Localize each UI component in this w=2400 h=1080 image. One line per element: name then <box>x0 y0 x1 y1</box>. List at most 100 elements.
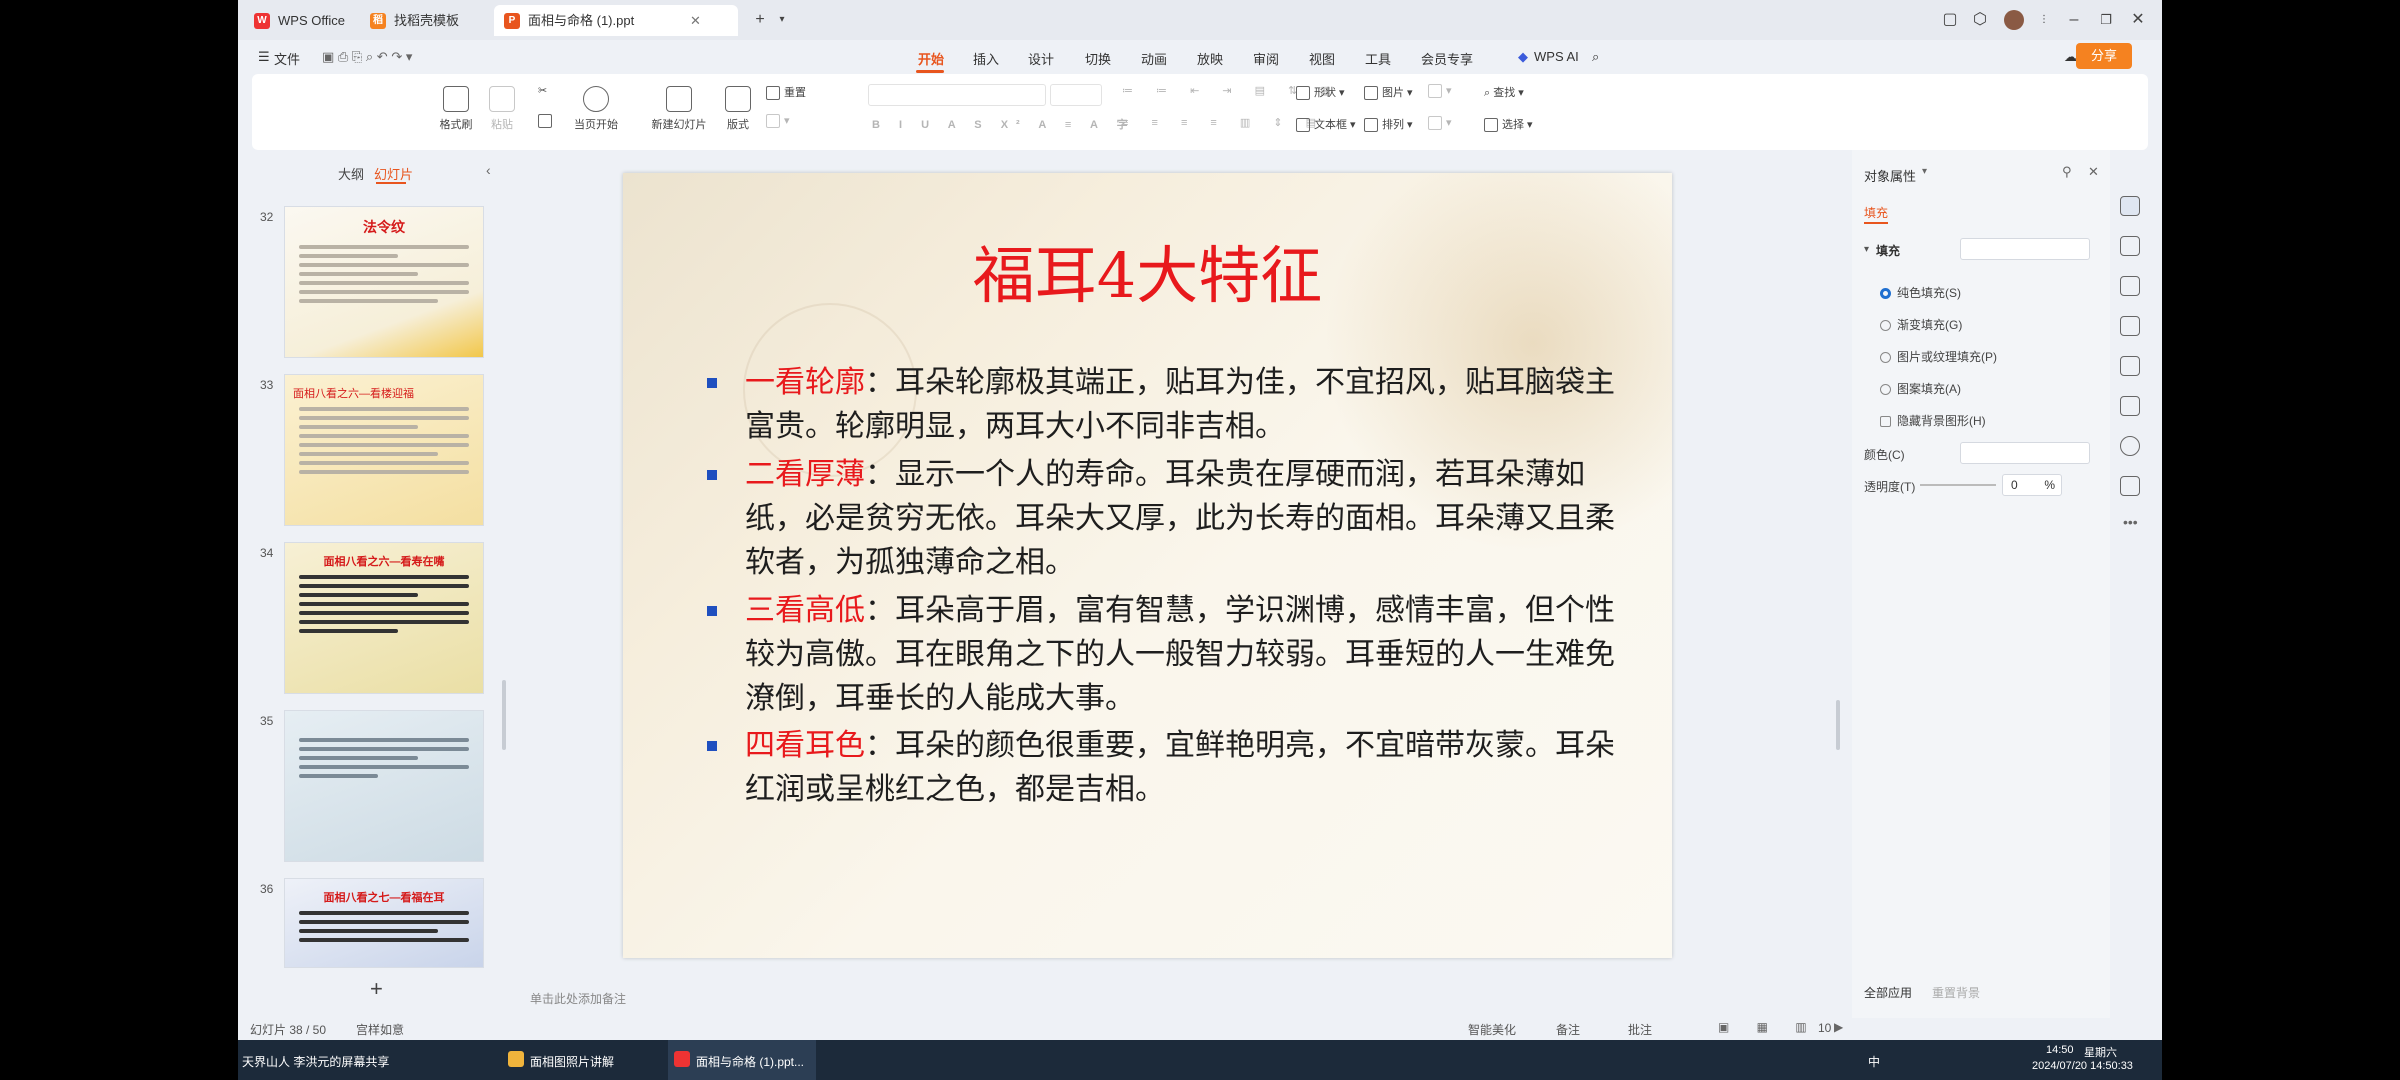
ime-indicator[interactable]: 中 <box>1868 1053 1880 1070</box>
canvas-scrollbar[interactable] <box>1836 700 1840 750</box>
help-icon[interactable] <box>2120 436 2140 456</box>
taskbar-app-2[interactable]: 面相与命格 (1).ppt... <box>696 1053 804 1070</box>
new-tab-icon[interactable]: + <box>748 8 772 32</box>
menu-tab-home[interactable]: 开始 <box>918 49 944 68</box>
menu-tab-transition[interactable]: 切换 <box>1085 49 1111 68</box>
arrange-button[interactable]: 排列 ▾ <box>1364 116 1413 133</box>
fill-type-select[interactable] <box>1960 238 2090 260</box>
book-icon[interactable] <box>2120 396 2140 416</box>
outline-button[interactable]: ▾ <box>1428 116 1452 131</box>
menu-tab-tools[interactable]: 工具 <box>1365 49 1391 68</box>
notes-placeholder[interactable]: 单击此处添加备注 <box>530 990 626 1007</box>
menu-tab-member[interactable]: 会员专享 <box>1421 49 1473 68</box>
avatar[interactable] <box>2004 10 2024 30</box>
font-size-select[interactable] <box>1050 84 1102 106</box>
taskbar-app-1[interactable]: 面相图照片讲解 <box>530 1053 614 1070</box>
more-icon[interactable]: ••• <box>2123 514 2138 530</box>
zoom-level[interactable]: 10 <box>1818 1021 1831 1035</box>
color-select[interactable] <box>1960 442 2090 464</box>
slide-thumbnail-32[interactable]: 法令纹 <box>284 206 484 358</box>
share-icon[interactable] <box>2120 476 2140 496</box>
tab-slides[interactable]: 幻灯片 <box>374 164 413 183</box>
cube-icon[interactable]: ⬡ <box>1968 8 1992 32</box>
wps-ai-button[interactable]: WPS AI <box>1534 49 1579 64</box>
layout-button[interactable]: 版式 <box>718 86 758 132</box>
properties-icon[interactable] <box>2120 196 2140 216</box>
pin-icon[interactable]: ⚲ <box>2062 164 2072 180</box>
menu-tab-view[interactable]: 视图 <box>1309 49 1335 68</box>
slide-thumbnail-33[interactable]: 面相八看之六—看楼迎福 <box>284 374 484 526</box>
copy-icon[interactable] <box>538 114 556 128</box>
restore-icon[interactable]: ❐ <box>2094 8 2118 32</box>
text-format-buttons[interactable]: B I U A S X² A ≡ A 字 <box>872 116 1136 132</box>
image-icon[interactable] <box>2120 316 2140 336</box>
close-panel-icon[interactable]: ✕ <box>2088 164 2099 180</box>
apply-all-button[interactable]: 全部应用 <box>1864 984 1912 1001</box>
menu-tab-insert[interactable]: 插入 <box>973 49 999 68</box>
tab-outline[interactable]: 大纲 <box>338 164 364 183</box>
tab-templates[interactable]: 稻 找稻壳模板 <box>360 5 486 36</box>
new-slide-button[interactable]: 新建幻灯片 <box>644 86 714 132</box>
point-2[interactable]: 二看厚薄：显示一个人的寿命。耳朵贵在厚硬而润，若耳朵薄如纸，必是贫穷无依。耳朵大… <box>745 453 1625 585</box>
shapes-icon[interactable] <box>2120 276 2140 296</box>
point-3[interactable]: 三看高低：耳朵高于眉，富有智慧，学识渊博，感情丰富，但个性较为高傲。耳在眼角之下… <box>745 589 1625 721</box>
menu-file[interactable]: 文件 <box>274 49 300 68</box>
more-icon[interactable]: ⋮ <box>2032 8 2056 32</box>
hamburger-icon[interactable]: ☰ <box>258 49 270 65</box>
find-button[interactable]: ⌕ 查找 ▾ <box>1484 84 1524 100</box>
point-4[interactable]: 四看耳色：耳朵的颜色很重要，宜鲜艳明亮，不宜暗带灰蒙。耳朵红润或呈桃红之色，都是… <box>745 724 1625 812</box>
slide-canvas[interactable]: 福耳4大特征 一看轮廓：耳朵轮廓极其端正，贴耳为佳，不宜招风，贴耳脑袋主富贵。轮… <box>623 173 1672 958</box>
close-icon[interactable]: ✕ <box>2126 8 2150 32</box>
fill-button[interactable]: ▾ <box>1428 84 1452 99</box>
slide-thumbnail-36[interactable]: 面相八看之七—看福在耳 <box>284 878 484 968</box>
transparency-input[interactable]: 0 % <box>2002 474 2062 496</box>
search-icon[interactable]: ⌕ <box>1592 49 1599 65</box>
slide-title[interactable]: 福耳4大特征 <box>623 225 1672 315</box>
select-button[interactable]: 选择 ▾ <box>1484 116 1533 133</box>
chevron-down-icon[interactable]: ▾ <box>1922 166 1927 177</box>
comments-button[interactable]: 批注 <box>1628 1021 1652 1038</box>
collapse-panel-icon[interactable]: ‹ <box>486 162 491 178</box>
section-button[interactable]: ▾ <box>766 114 790 129</box>
picture-button[interactable]: 图片 ▾ <box>1364 84 1413 101</box>
notes-button[interactable]: 备注 <box>1556 1021 1580 1038</box>
radio-gradient-fill[interactable]: 渐变填充(G) <box>1880 316 1962 333</box>
menu-tab-slideshow[interactable]: 放映 <box>1197 49 1223 68</box>
tab-fill[interactable]: 填充 <box>1864 204 1888 221</box>
close-tab-icon[interactable]: ✕ <box>690 5 701 36</box>
panel-scrollbar[interactable] <box>502 680 506 750</box>
slide-thumbnail-35[interactable] <box>284 710 484 862</box>
slide-thumbnail-34[interactable]: 面相八看之六—看寿在嘴 <box>284 542 484 694</box>
play-from-current-button[interactable]: 当页开始 <box>564 86 628 132</box>
magic-icon[interactable] <box>2120 356 2140 376</box>
layout-icon[interactable]: ▢ <box>1938 8 1962 32</box>
menu-tab-animation[interactable]: 动画 <box>1141 49 1167 68</box>
add-slide-button[interactable]: + <box>370 976 383 1002</box>
minimize-icon[interactable]: – <box>2062 8 2086 32</box>
point-1[interactable]: 一看轮廓：耳朵轮廓极其端正，贴耳为佳，不宜招风，贴耳脑袋主富贵。轮廓明显，两耳大… <box>745 361 1625 449</box>
theme-name[interactable]: 宫样如意 <box>356 1021 404 1038</box>
reset-bg-button[interactable]: 重置背景 <box>1932 984 1980 1001</box>
quick-access-icons[interactable]: ▣ ⎙ ⎘ ⌕ ↶ ↷ ▾ <box>322 49 412 65</box>
shape-button[interactable]: 形状 ▾ <box>1296 84 1345 101</box>
tab-wps-home[interactable]: W WPS Office <box>244 5 354 36</box>
paste-button[interactable]: 粘贴 <box>482 86 522 132</box>
hide-bg-checkbox[interactable]: 隐藏背景图形(H) <box>1880 412 1986 429</box>
menu-tab-design[interactable]: 设计 <box>1028 49 1054 68</box>
reset-button[interactable]: 重置 <box>766 84 806 101</box>
collapse-icon[interactable]: ▾ <box>1864 244 1869 255</box>
star-icon[interactable] <box>2120 236 2140 256</box>
menu-tab-review[interactable]: 审阅 <box>1253 49 1279 68</box>
font-family-select[interactable] <box>868 84 1046 106</box>
share-button[interactable]: 分享 <box>2076 43 2132 69</box>
textbox-button[interactable]: 文本框 ▾ <box>1296 116 1356 133</box>
tab-document[interactable]: P 面相与命格 (1).ppt ✕ <box>494 5 738 36</box>
radio-solid-fill[interactable]: 纯色填充(S) <box>1880 284 1961 301</box>
transparency-slider[interactable] <box>1920 484 1996 486</box>
format-painter-button[interactable]: 格式刷 <box>434 86 478 132</box>
cut-icon[interactable]: ✂ <box>538 84 547 97</box>
radio-pattern-fill[interactable]: 图案填充(A) <box>1880 380 1961 397</box>
radio-picture-fill[interactable]: 图片或纹理填充(P) <box>1880 348 1997 365</box>
chevron-down-icon[interactable]: ▾ <box>770 8 794 32</box>
view-mode-icons[interactable]: ▣ ▦ ▥ ▶ <box>1718 1020 1855 1034</box>
